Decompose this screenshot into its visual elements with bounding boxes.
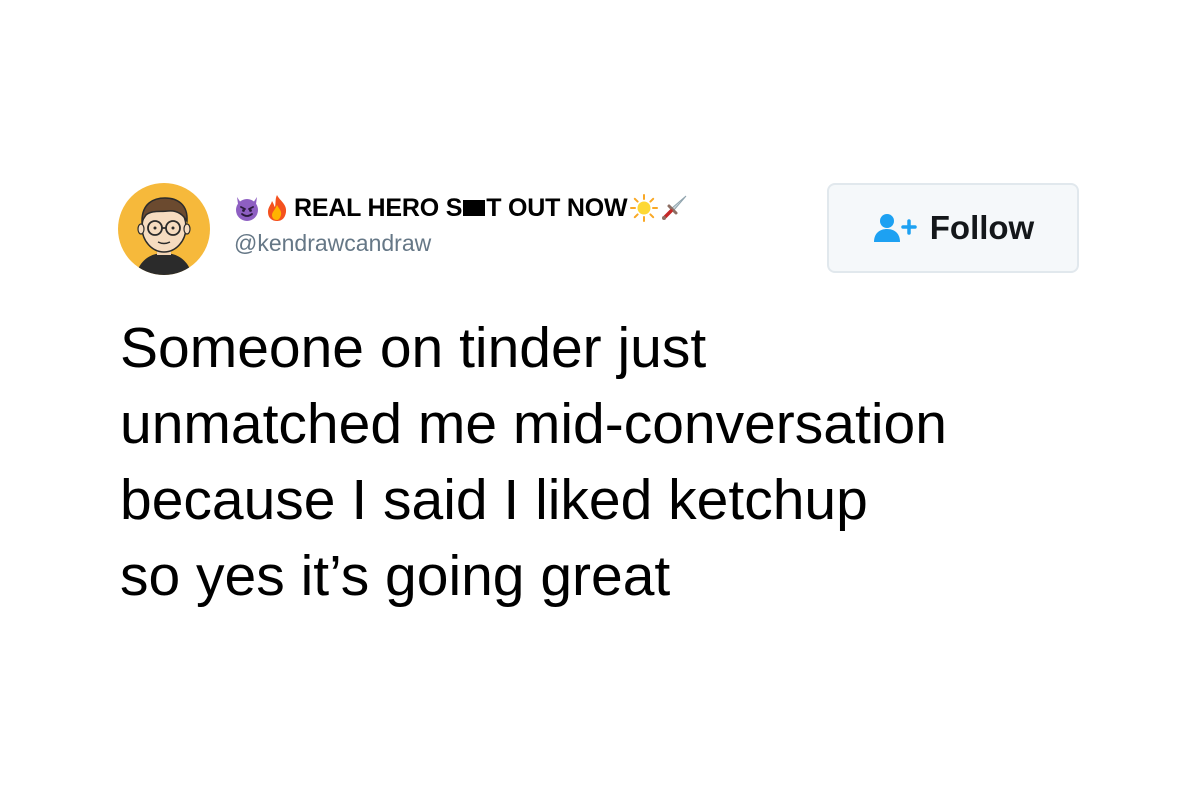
tweet-text-line: unmatched me mid-conversation [120, 392, 947, 456]
follow-button-label: Follow [929, 209, 1035, 246]
tweet-text-line: Someone on tinder just [120, 316, 707, 380]
display-name: REAL HERO ST OUT NOW [294, 194, 628, 222]
user-handle[interactable]: @kendrawcandraw [234, 228, 431, 258]
tweet-text-line: so yes it’s going great [120, 544, 671, 608]
add-user-icon [872, 212, 918, 244]
sun-icon [629, 193, 659, 223]
fire-icon [262, 193, 292, 223]
censor-bar [463, 200, 486, 217]
tweet-text: Someone on tinder just unmatched me mid-… [120, 310, 1120, 614]
tweet-text-line: because I said I liked ketchup [120, 468, 868, 532]
smiling-devil-icon [232, 193, 262, 223]
display-name-row[interactable]: REAL HERO ST OUT NOW [232, 190, 689, 226]
dagger-icon [659, 193, 689, 223]
avatar-illustration [118, 183, 210, 275]
follow-button[interactable]: Follow [827, 183, 1079, 273]
avatar[interactable] [118, 183, 210, 275]
